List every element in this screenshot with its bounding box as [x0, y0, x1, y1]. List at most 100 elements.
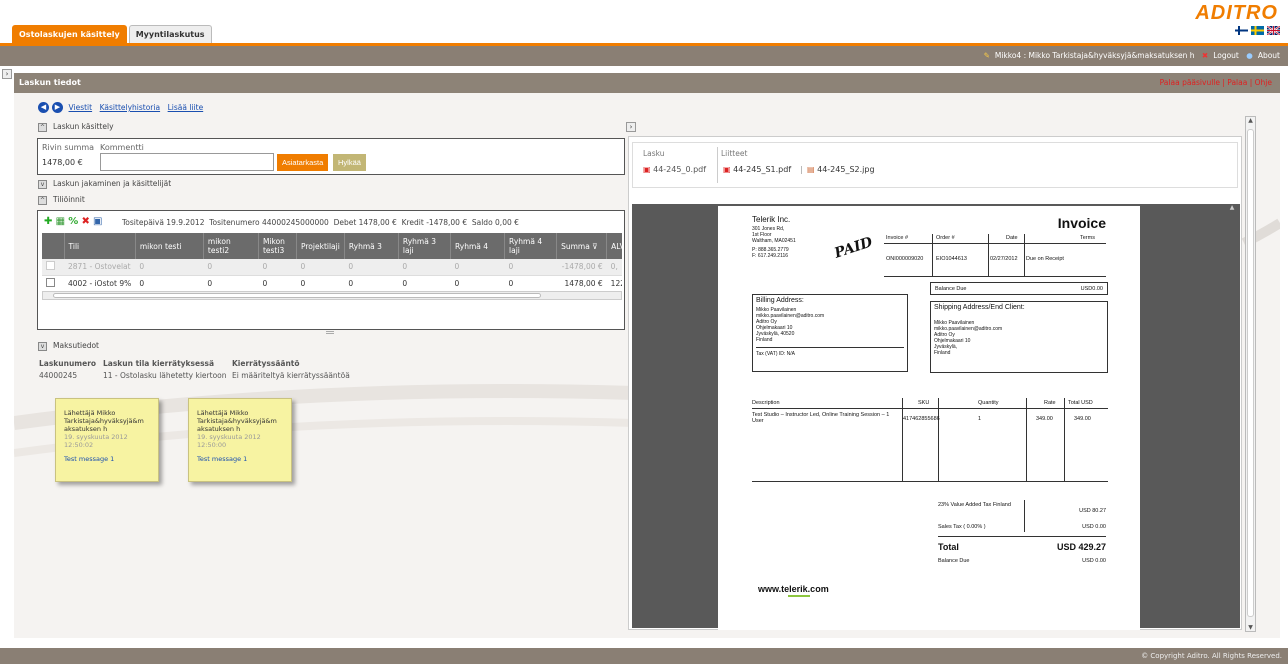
billing-title: Billing Address: — [756, 297, 804, 304]
row-checkbox[interactable] — [42, 259, 65, 276]
scroll-up-arrow[interactable]: ▲ — [1226, 204, 1238, 211]
header-val: Due on Receipt — [1026, 256, 1064, 262]
balance-label: Balance Due — [935, 286, 967, 292]
key-icon: ✎ — [983, 51, 990, 60]
comment-input[interactable] — [100, 153, 274, 171]
col-project-type[interactable]: Projektilaji — [296, 233, 345, 259]
swedish-flag-icon[interactable] — [1251, 26, 1264, 35]
handling-box: Rivin summa Kommentti 1478,00 € Asiatark… — [37, 138, 625, 175]
pdf-icon: ▣ — [723, 165, 731, 174]
cell: 0 — [296, 259, 345, 276]
col-sum[interactable]: Summa ⊽ — [556, 233, 608, 259]
scroll-up-arrow[interactable]: ▲ — [1246, 117, 1255, 124]
finnish-flag-icon[interactable] — [1235, 26, 1248, 35]
payment-rule: Ei määriteltyä kierrätyssääntöä — [232, 371, 350, 380]
col-mikon-testi[interactable]: mikon testi — [135, 233, 204, 259]
history-link[interactable]: Käsittelyhistoria — [100, 103, 160, 112]
invoice-file-name: 44-245_0.pdf — [653, 165, 707, 174]
expand-icon[interactable]: v — [38, 179, 47, 189]
table-row[interactable]: 4002 - iOstot 9% 0 0 0 0 0 0 0 0 1478,00… — [42, 275, 622, 292]
resize-handle[interactable] — [326, 331, 334, 334]
sticky-note[interactable]: Lähettäjä Mikko Tarkistaja&hyväksyjä&m a… — [55, 398, 159, 482]
note-message: Test message 1 — [64, 455, 115, 463]
postings-header[interactable]: ^ Tiliöinnit — [38, 195, 85, 205]
expand-sidebar-button[interactable]: › — [2, 69, 12, 79]
line-items-table: Description SKU Quantity Rate Total USD … — [752, 398, 1108, 482]
add-attachment-link[interactable]: Lisää liite — [168, 103, 204, 112]
cell: 0 — [450, 275, 505, 292]
header-val: 02/27/2012 — [990, 256, 1018, 262]
header-col: Order # — [936, 235, 955, 241]
payment-title: Maksutiedot — [53, 341, 99, 350]
line-col: Total USD — [1068, 400, 1093, 406]
expand-icon[interactable]: v — [38, 341, 47, 351]
handling-header[interactable]: ^ Laskun käsittely — [38, 122, 114, 132]
cell: 0 — [398, 275, 451, 292]
col-vat[interactable]: ALV — [606, 233, 622, 259]
scroll-down-arrow[interactable]: ▼ — [1246, 624, 1255, 631]
viewer-scrollbar[interactable]: ▲ — [1226, 204, 1238, 628]
line-col: Quantity — [978, 400, 999, 406]
tab-sales-invoicing[interactable]: Myyntilaskutus — [128, 25, 212, 43]
percent-icon[interactable]: % — [68, 216, 78, 227]
scrollbar-thumb[interactable] — [53, 293, 541, 298]
main-tabs: Ostolaskujen käsittely Myyntilaskutus — [12, 25, 214, 43]
pdf-icon: ▣ — [643, 165, 651, 174]
handling-title: Laskun käsittely — [53, 122, 114, 131]
col-group4[interactable]: Ryhmä 4 — [450, 233, 506, 259]
invoice-label: Lasku — [643, 149, 665, 158]
collapse-icon[interactable]: ^ — [38, 195, 47, 205]
row-checkbox[interactable] — [42, 275, 65, 292]
split-header[interactable]: v Laskun jakaminen ja käsittelijät — [38, 179, 171, 189]
address-line: Waltham, MA02451 — [752, 238, 796, 244]
check-button[interactable]: Asiatarkasta — [277, 154, 329, 171]
line-qty: 1 — [978, 416, 982, 422]
invoice-title: Invoice — [1057, 215, 1106, 231]
add-icon[interactable]: ✚ — [44, 216, 52, 227]
col-group4-type[interactable]: Ryhmä 4 laji — [504, 233, 558, 259]
col-group3-type[interactable]: Ryhmä 3 laji — [398, 233, 451, 259]
user-bar: ✎ Mikko4 : Mikko Tarkistaja&hyväksyjä&mak… — [0, 46, 1288, 66]
col-group3[interactable]: Ryhmä 3 — [344, 233, 399, 259]
invoice-file-link[interactable]: ▣ 44-245_0.pdf — [643, 165, 706, 174]
delete-icon[interactable]: ✖ — [81, 216, 89, 227]
attachment-file-link[interactable]: ▤ 44-245_S2.jpg — [807, 165, 875, 174]
payment-status: 11 - Ostolasku lähetetty kiertoon — [103, 371, 227, 380]
attachment-file-link[interactable]: ▣ 44-245_S1.pdf — [723, 165, 791, 174]
back-arrow-icon[interactable]: ◀ — [38, 102, 49, 113]
col-mikon-testi3[interactable]: Mikon testi3 — [258, 233, 298, 259]
main-vertical-scrollbar[interactable]: ▲ ▼ — [1245, 116, 1256, 632]
cell: 0 — [344, 275, 399, 292]
grid-horizontal-scrollbar[interactable] — [42, 291, 622, 300]
cell: 0 — [296, 275, 345, 292]
header-val: ONI000009020 — [886, 256, 924, 262]
postings-grid: Tili mikon testi mikon testi2 Mikon test… — [42, 233, 622, 299]
copy-icon[interactable]: ▦ — [56, 216, 65, 227]
col-mikon-testi2[interactable]: mikon testi2 — [203, 233, 259, 259]
scrollbar-thumb[interactable] — [1247, 129, 1254, 617]
uk-flag-icon[interactable] — [1266, 25, 1281, 36]
expand-panel-button[interactable]: › — [626, 122, 636, 132]
forward-arrow-icon[interactable]: ▶ — [52, 102, 63, 113]
messages-link[interactable]: Viestit — [69, 103, 93, 112]
line-col: Description — [752, 400, 780, 406]
grid-header-row: Tili mikon testi mikon testi2 Mikon test… — [42, 233, 622, 259]
cell: 0 — [398, 259, 451, 276]
collapse-icon[interactable]: ^ — [38, 122, 47, 132]
col-account[interactable]: Tili — [64, 233, 136, 259]
table-row[interactable]: 2871 - Ostovelat 0 0 0 0 0 0 0 0 -1478,0… — [42, 259, 622, 276]
tab-purchase-invoices[interactable]: Ostolaskujen käsittely — [12, 25, 127, 43]
sales-tax-value: USD 0.00 — [1082, 524, 1106, 530]
reject-button[interactable]: Hylkää — [333, 154, 366, 171]
cell: 0 — [344, 259, 399, 276]
save-icon[interactable]: ▣ — [93, 216, 102, 227]
filter-icon[interactable]: ⊽ — [592, 242, 598, 251]
about-link[interactable]: About — [1258, 51, 1280, 60]
payment-header[interactable]: v Maksutiedot — [38, 341, 99, 351]
section-links[interactable]: Palaa pääsivulle | Palaa | Ohje — [1160, 73, 1272, 93]
logout-link[interactable]: Logout — [1213, 51, 1239, 60]
cell: 0, — [606, 259, 622, 276]
cell: 0 — [258, 259, 297, 276]
note-time: 12:50:02 — [64, 441, 94, 449]
sticky-note[interactable]: Lähettäjä Mikko Tarkistaja&hyväksyjä&m a… — [188, 398, 292, 482]
